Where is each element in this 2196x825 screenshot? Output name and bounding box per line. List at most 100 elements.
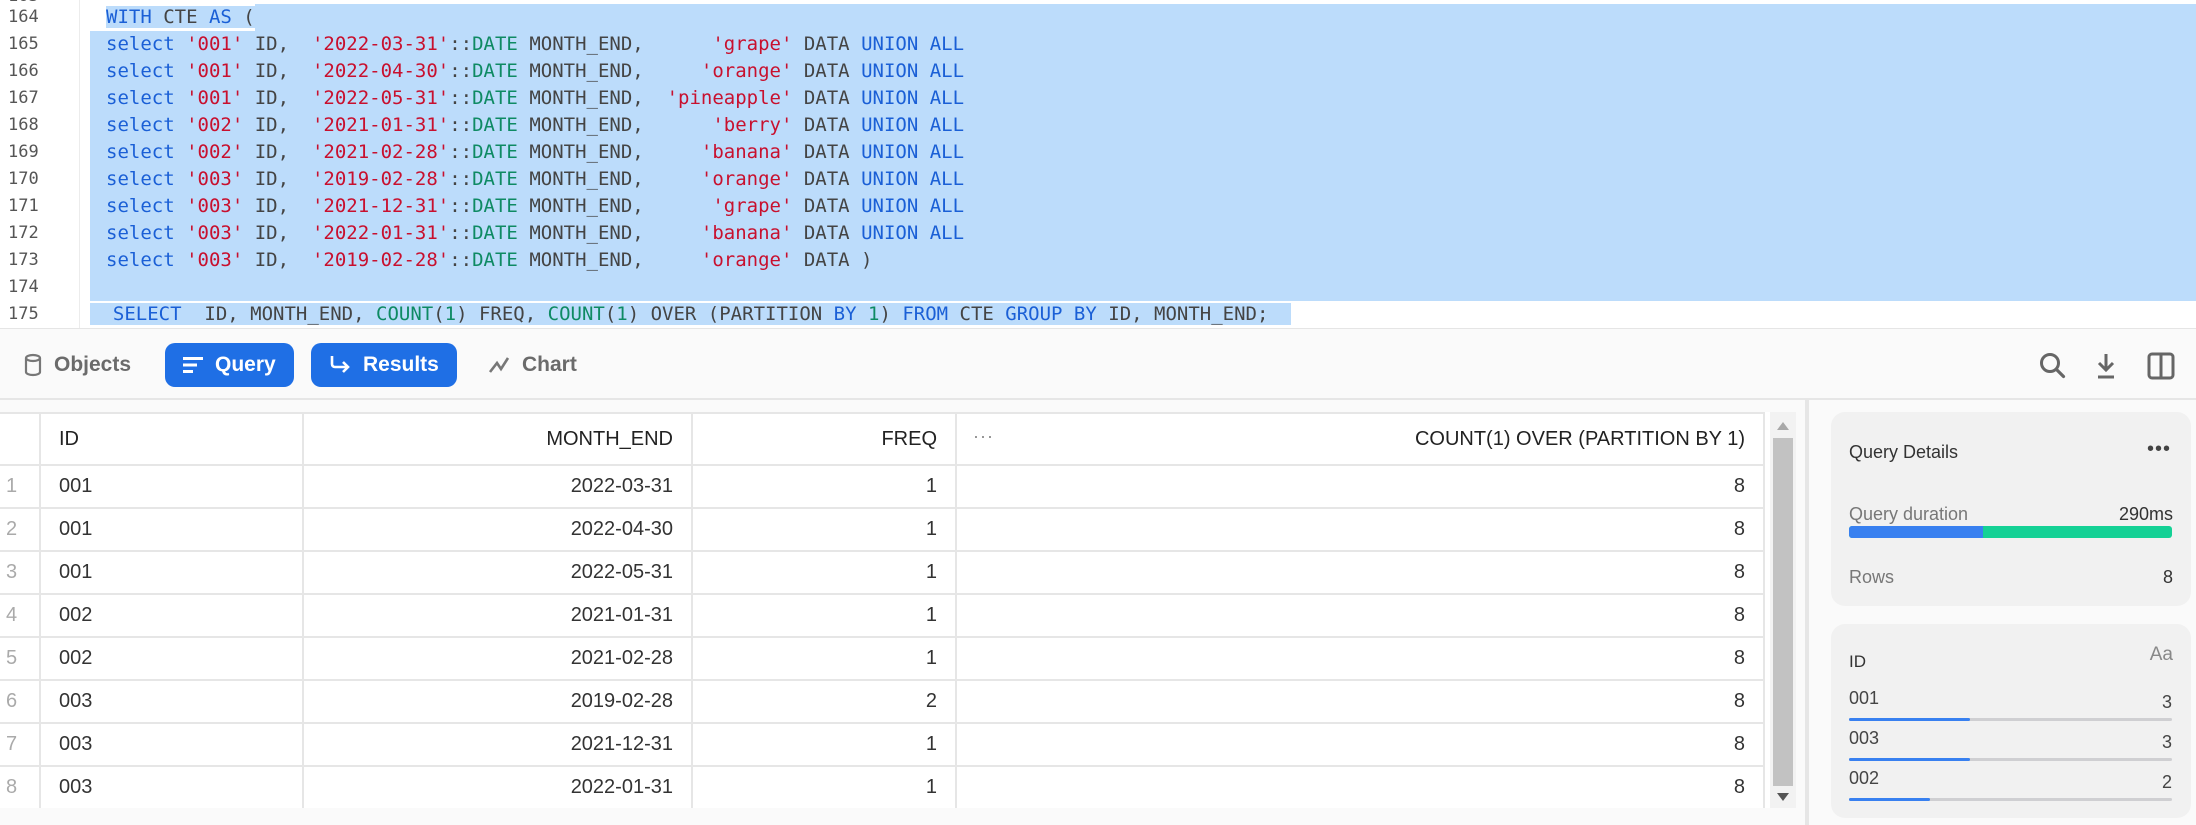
cell-id[interactable]: 001 — [39, 507, 304, 552]
code-text[interactable]: select '001' ID, '2022-03-31'::DATE MONT… — [90, 31, 2196, 58]
tab-results[interactable]: Results — [311, 343, 457, 387]
cell-month-end[interactable]: 2022-03-31 — [302, 464, 693, 509]
cell-count-over[interactable]: 8 — [955, 464, 1765, 509]
scroll-up-arrow-icon[interactable] — [1777, 422, 1789, 430]
cell-freq[interactable]: 1 — [691, 636, 957, 681]
cell-count-over[interactable]: 8 — [955, 722, 1765, 767]
cell-count-over[interactable]: 8 — [955, 765, 1765, 808]
code-text[interactable]: select '001' ID, '2022-05-31'::DATE MONT… — [90, 85, 2196, 112]
cell-id[interactable]: 003 — [39, 765, 304, 808]
sql-editor[interactable]: 163164WITH CTE AS (165select '001' ID, '… — [0, 0, 2196, 328]
column-header-freq[interactable]: FREQ — [691, 412, 957, 466]
distribution-bar-fill — [1849, 758, 1971, 761]
cell-month-end[interactable]: 2021-12-31 — [302, 722, 693, 767]
table-row[interactable]: 6 003 2019-02-28 2 8 — [0, 679, 1765, 724]
cell-month-end[interactable]: 2021-01-31 — [302, 593, 693, 638]
column-header-month-end[interactable]: MONTH_END — [302, 412, 693, 466]
return-arrow-icon — [330, 356, 350, 373]
cell-freq[interactable]: 1 — [691, 765, 957, 808]
row-index: 3 — [0, 550, 41, 595]
code-line: 170 select '003' ID, '2019-02-28'::DATE M… — [0, 166, 2196, 193]
code-text[interactable] — [90, 274, 2196, 301]
distribution-value: 003 — [1849, 728, 1880, 748]
cell-id[interactable]: 003 — [39, 679, 304, 724]
row-index: 1 — [0, 464, 41, 509]
line-number: 170 — [8, 169, 39, 189]
rows-value: 8 — [2162, 567, 2173, 587]
cell-freq[interactable]: 1 — [691, 593, 957, 638]
cell-month-end[interactable]: 2022-01-31 — [302, 765, 693, 808]
cell-freq[interactable]: 1 — [691, 550, 957, 595]
cell-id[interactable]: 002 — [39, 636, 304, 681]
column-header-id[interactable]: ID — [39, 412, 304, 466]
line-number: 173 — [8, 250, 39, 270]
cell-count-over[interactable]: 8 — [955, 593, 1765, 638]
tab-chart[interactable]: Chart — [470, 343, 595, 387]
table-row[interactable]: 2 001 2022-04-30 1 8 — [0, 507, 1765, 552]
column-menu-icon[interactable]: ··· — [973, 426, 994, 447]
query-duration-bar-fill — [1849, 526, 1984, 538]
cell-count-over[interactable]: 8 — [955, 507, 1765, 552]
split-panel-icon[interactable] — [2146, 351, 2176, 381]
distribution-row[interactable]: 002 2 — [1849, 768, 2172, 808]
code-text[interactable]: select '003' ID, '2021-12-31'::DATE MONT… — [90, 193, 2196, 220]
tab-query[interactable]: Query — [165, 343, 294, 387]
cell-freq[interactable]: 1 — [691, 722, 957, 767]
distribution-bar-fill — [1849, 718, 1971, 721]
cell-month-end[interactable]: 2022-04-30 — [302, 507, 693, 552]
cell-count-over[interactable]: 8 — [955, 679, 1765, 724]
column-header-count-over[interactable]: ··· COUNT(1) OVER (PARTITION BY 1) — [955, 412, 1765, 466]
tab-objects-label: Objects — [54, 353, 132, 376]
table-row[interactable]: 4 002 2021-01-31 1 8 — [0, 593, 1765, 638]
code-text[interactable]: select '003' ID, '2019-02-28'::DATE MONT… — [90, 166, 2196, 193]
distribution-count: 3 — [2161, 732, 2172, 752]
code-text[interactable]: select '002' ID, '2021-01-31'::DATE MONT… — [90, 112, 2196, 139]
row-index: 7 — [0, 722, 41, 767]
worksheet: 1 6 3 164 WITH CTE AS (165 select '001' ID, '… — [0, 0, 2196, 825]
code-text[interactable]: SELECT ID, MONTH_END, COUNT(1) FREQ, COU… — [90, 301, 2196, 328]
table-row[interactable]: 7 003 2021-12-31 1 8 — [0, 722, 1765, 767]
table-row[interactable]: 3 001 2022-05-31 1 8 — [0, 550, 1765, 595]
code-line: 172 select '003' ID, '2022-01-31'::DATE M… — [0, 220, 2196, 247]
code-text[interactable]: select '002' ID, '2021-02-28'::DATE MONT… — [90, 139, 2196, 166]
database-icon — [24, 353, 42, 377]
cell-id[interactable]: 001 — [39, 464, 304, 509]
column-stats-card[interactable]: ID Aa 001 3 003 3 002 2 — [1831, 624, 2191, 818]
search-icon[interactable] — [2038, 351, 2068, 381]
row-index: 8 — [0, 765, 41, 808]
table-row[interactable]: 1 001 2022-03-31 1 8 — [0, 464, 1765, 509]
table-row[interactable]: 8 003 2022-01-31 1 8 — [0, 765, 1765, 808]
table-row[interactable]: 5 002 2021-02-28 1 8 — [0, 636, 1765, 681]
distribution-count: 3 — [2161, 692, 2172, 712]
scroll-down-arrow-icon[interactable] — [1777, 793, 1789, 801]
cell-freq[interactable]: 1 — [691, 507, 957, 552]
cell-freq[interactable]: 1 — [691, 464, 957, 509]
cell-month-end[interactable]: 2022-05-31 — [302, 550, 693, 595]
results-scrollbar[interactable] — [1770, 412, 1796, 808]
row-index-header — [0, 412, 41, 466]
tab-objects[interactable]: Objects — [6, 343, 149, 387]
distribution-row[interactable]: 003 3 — [1849, 728, 2172, 768]
distribution-row[interactable]: 001 3 — [1849, 688, 2172, 728]
code-text[interactable]: WITH CTE AS ( — [90, 4, 2196, 31]
line-number: 165 — [8, 34, 39, 54]
cell-count-over[interactable]: 8 — [955, 636, 1765, 681]
scroll-thumb[interactable] — [1773, 438, 1793, 786]
text-type-icon: Aa — [2149, 644, 2173, 665]
cell-month-end[interactable]: 2019-02-28 — [302, 679, 693, 724]
cell-count-over[interactable]: 8 — [955, 550, 1765, 595]
distribution-bar — [1849, 718, 2172, 721]
download-icon[interactable] — [2091, 351, 2121, 381]
code-text[interactable]: select '003' ID, '2022-01-31'::DATE MONT… — [90, 220, 2196, 247]
cell-freq[interactable]: 2 — [691, 679, 957, 724]
line-number: 174 — [8, 277, 39, 297]
more-options-icon[interactable]: ••• — [2147, 438, 2171, 461]
cell-id[interactable]: 002 — [39, 593, 304, 638]
code-text[interactable]: select '003' ID, '2019-02-28'::DATE MONT… — [90, 247, 2196, 274]
code-text[interactable]: select '001' ID, '2022-04-30'::DATE MONT… — [90, 58, 2196, 85]
cell-id[interactable]: 003 — [39, 722, 304, 767]
query-duration-value: 290ms — [2118, 504, 2173, 524]
code-line: 166 select '001' ID, '2022-04-30'::DATE M… — [0, 58, 2196, 85]
cell-id[interactable]: 001 — [39, 550, 304, 595]
cell-month-end[interactable]: 2021-02-28 — [302, 636, 693, 681]
